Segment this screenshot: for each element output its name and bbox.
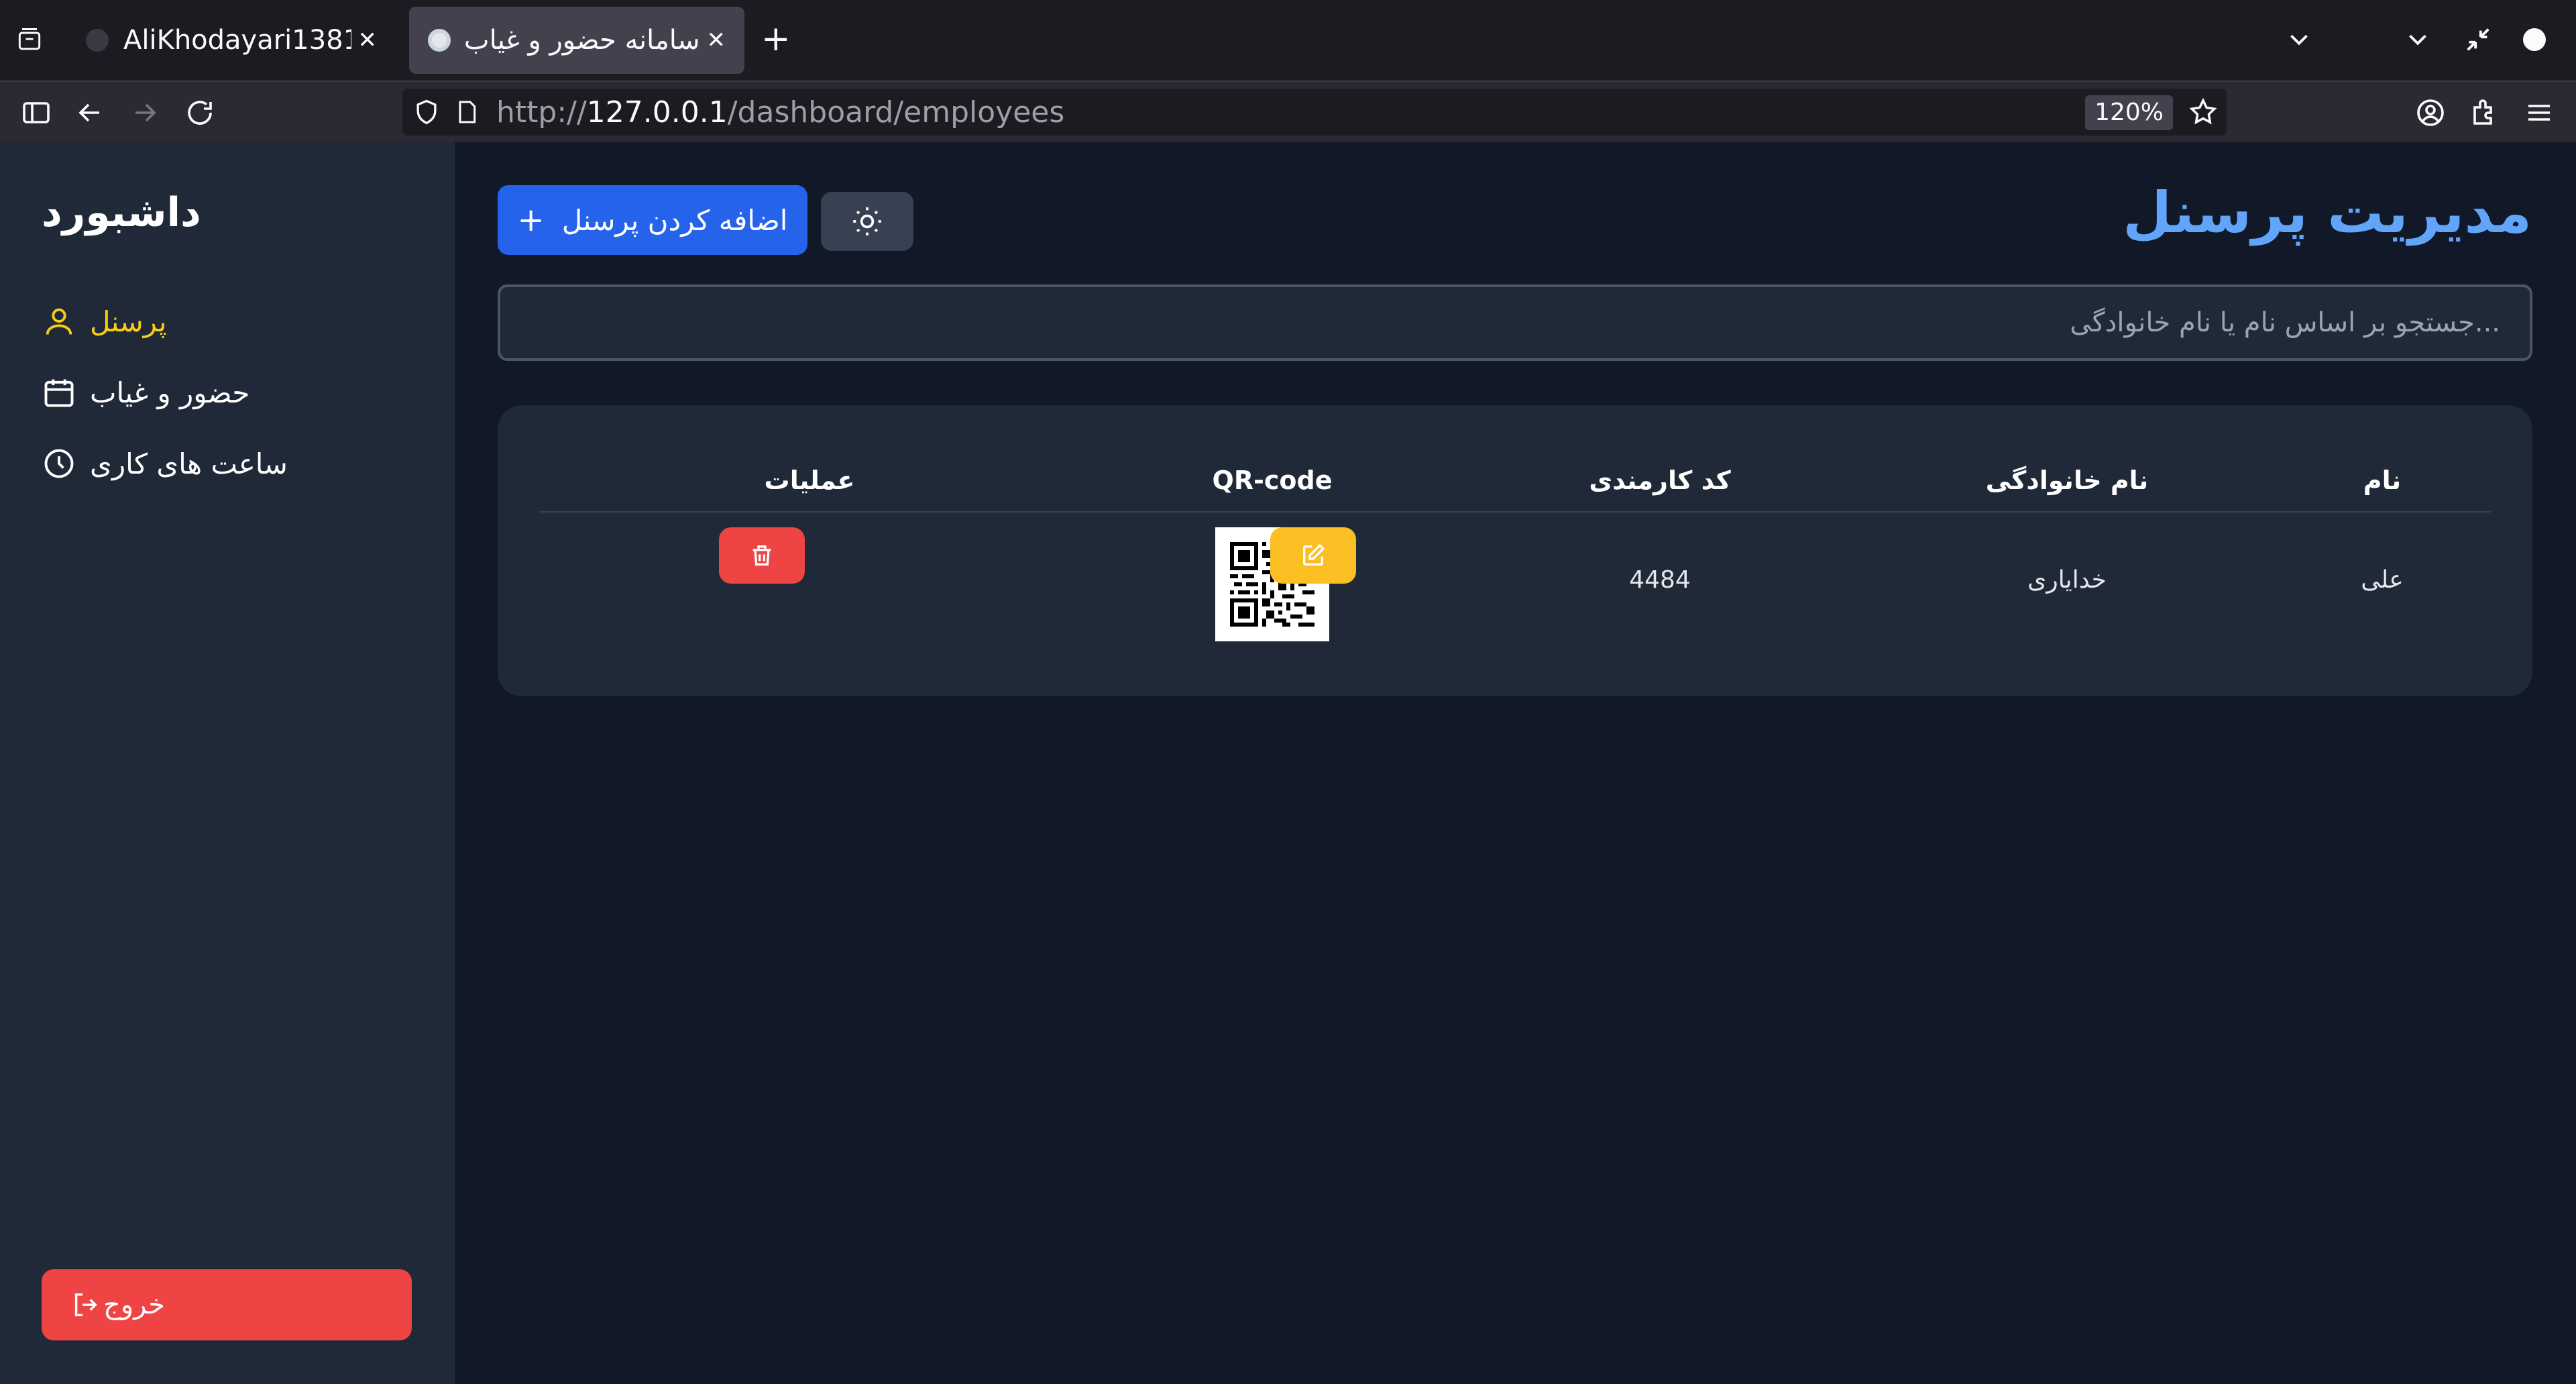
column-header-last-name: نام خانوادگی [1985, 466, 2149, 495]
shield-icon[interactable] [412, 97, 441, 127]
column-header-first-name: نام [2363, 466, 2402, 495]
github-favicon-icon [86, 29, 109, 52]
url-scheme: http:// [496, 95, 587, 129]
restore-window-icon[interactable] [2463, 24, 2494, 55]
new-tab-icon[interactable]: + [761, 21, 791, 56]
browser-nav-bar: http://127.0.0.1/dashboard/employees 120… [0, 81, 2576, 142]
logout-label: خروج [103, 1289, 165, 1320]
edit-icon [1303, 543, 1325, 566]
browser-tab-active[interactable]: سامانه حضور و غیاب ✕ [409, 7, 744, 74]
browser-tab-strip: AliKhodayari1381/a ✕ سامانه حضور و غیاب … [0, 0, 2576, 81]
search-input[interactable] [498, 284, 2532, 361]
calendar-icon [44, 379, 74, 407]
browser-tab-github[interactable]: AliKhodayari1381/a ✕ [67, 7, 396, 74]
close-window-icon[interactable] [2523, 28, 2546, 51]
close-icon[interactable]: ✕ [358, 27, 378, 54]
plus-icon: + [517, 201, 545, 239]
sidebar-item-label: ساعت های کاری [90, 447, 288, 480]
url-text: http://127.0.0.1/dashboard/employees [496, 95, 1064, 129]
edit-button[interactable] [1270, 527, 1356, 584]
tab-title: سامانه حضور و غیاب [465, 25, 700, 56]
menu-icon[interactable] [2523, 97, 2555, 129]
logout-button[interactable]: خروج [42, 1269, 412, 1340]
chevron-down-icon[interactable] [2284, 24, 2314, 55]
sidebar-item-personnel[interactable]: پرسنل [42, 298, 167, 345]
back-icon[interactable] [74, 97, 106, 129]
header-divider [539, 511, 2491, 513]
add-personnel-label: اضافه کردن پرسنل [561, 203, 788, 237]
user-icon [46, 308, 72, 335]
extensions-icon[interactable] [2468, 97, 2500, 129]
employees-table: نام نام خانوادگی کد کارمندی QR-code عملی… [498, 405, 2532, 696]
logout-icon [74, 1293, 97, 1317]
page-favicon-icon [428, 29, 451, 52]
cell-last-name: خدایاری [2027, 566, 2107, 594]
address-bar[interactable]: http://127.0.0.1/dashboard/employees 120… [402, 89, 2227, 136]
page-info-icon[interactable] [453, 99, 480, 125]
column-header-qr-code: QR-code [1212, 466, 1333, 495]
cell-first-name: علی [2361, 566, 2404, 594]
main-content: مدیریت پرسنل + اضافه کردن پرسنل نام نام … [455, 142, 2576, 1384]
clock-icon [44, 449, 74, 478]
sidebar-item-label: پرسنل [90, 305, 167, 338]
sun-icon [853, 207, 881, 235]
column-header-actions: عملیات [764, 466, 855, 495]
sidebar-toggle-icon[interactable] [20, 97, 52, 129]
account-icon[interactable] [2414, 97, 2447, 129]
trash-icon [752, 545, 771, 566]
sidebar-item-attendance[interactable]: حضور و غیاب [42, 369, 249, 416]
sidebar-item-working-hours[interactable]: ساعت های کاری [42, 440, 288, 487]
sidebar-item-label: حضور و غیاب [90, 376, 250, 409]
sidebar-brand: داشبورد [42, 189, 201, 236]
column-header-employee-code: کد کارمندی [1589, 466, 1731, 495]
theme-toggle-button[interactable] [821, 192, 913, 251]
url-host: 127.0.0.1 [586, 95, 728, 129]
url-path: /dashboard/employees [727, 95, 1065, 129]
sidebar: داشبورد پرسنل حضور و غیاب ساعت های کاری … [0, 142, 455, 1384]
zoom-level-badge[interactable]: 120% [2085, 95, 2173, 130]
delete-button[interactable] [719, 527, 805, 584]
tab-list-icon[interactable] [15, 25, 44, 55]
tab-title: AliKhodayari1381/a [123, 25, 351, 56]
cell-employee-code: 4484 [1629, 566, 1691, 594]
forward-icon[interactable] [129, 97, 161, 129]
close-icon[interactable]: ✕ [707, 27, 726, 54]
page-title: مدیریت پرسنل [2123, 180, 2532, 246]
chevron-down-icon[interactable] [2402, 24, 2433, 55]
reload-icon[interactable] [184, 97, 216, 129]
bookmark-star-icon[interactable] [2188, 97, 2219, 127]
add-personnel-button[interactable]: + اضافه کردن پرسنل [498, 185, 807, 255]
